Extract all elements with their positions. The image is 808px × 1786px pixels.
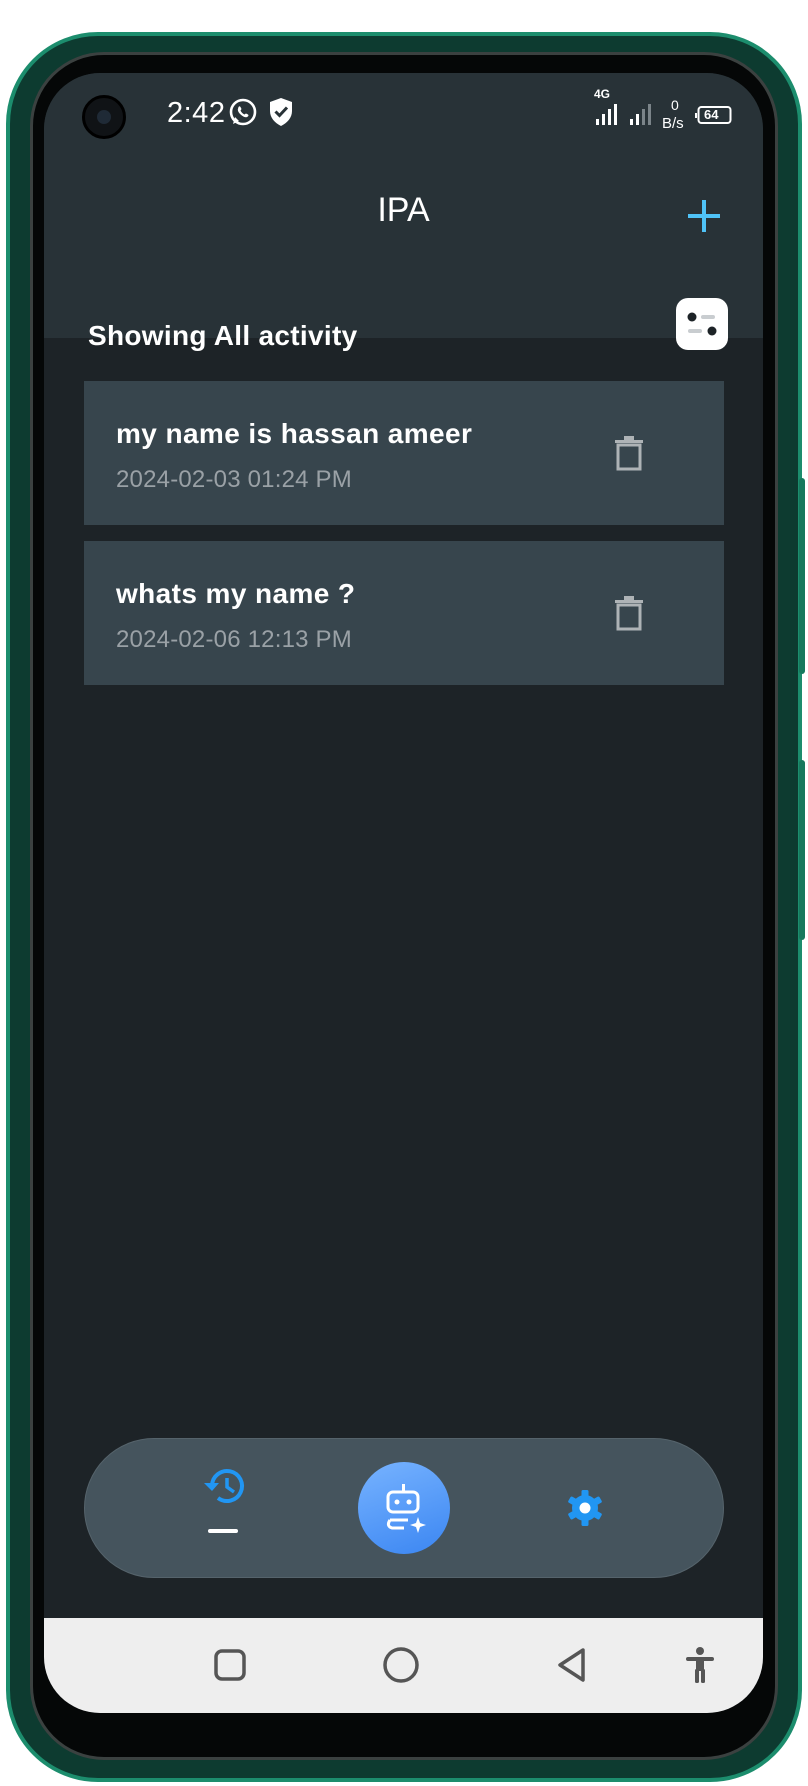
filter-toggle-icon <box>687 312 717 336</box>
page-title: IPA <box>377 191 430 229</box>
add-button[interactable] <box>684 196 724 236</box>
shield-icon <box>268 97 294 132</box>
status-time: 2:42 <box>167 97 226 129</box>
whatsapp-icon <box>228 97 258 132</box>
recents-button[interactable] <box>210 1645 250 1685</box>
nav-assistant-button[interactable] <box>358 1462 450 1554</box>
list-item-date: 2024-02-06 12:13 PM <box>116 626 352 653</box>
back-icon <box>558 1648 585 1682</box>
list-item-date: 2024-02-03 01:24 PM <box>116 466 352 493</box>
nav-history-tab[interactable] <box>200 1461 250 1511</box>
active-tab-indicator <box>208 1529 238 1533</box>
home-icon <box>383 1647 419 1683</box>
filter-row: Showing All activity <box>88 298 728 368</box>
delete-button[interactable] <box>614 435 644 471</box>
list-item-title: whats my name ? <box>116 578 356 609</box>
history-icon <box>204 1469 244 1503</box>
battery-level: 64 <box>704 107 719 122</box>
nav-settings-tab[interactable] <box>563 1486 607 1530</box>
recents-icon <box>214 1649 246 1681</box>
list-item-title: my name is hassan ameer <box>116 418 473 449</box>
bot-sparkle-icon <box>386 1484 426 1533</box>
status-bar: 2:42 4G 0 B/s 64 <box>44 73 763 163</box>
delete-icon <box>615 596 643 631</box>
back-button[interactable] <box>552 1645 592 1685</box>
system-navigation-bar <box>44 1618 763 1713</box>
plus-icon <box>688 200 720 232</box>
accessibility-icon <box>686 1647 714 1683</box>
list-item[interactable]: my name is hassan ameer 2024-02-03 01:24… <box>84 381 724 525</box>
accessibility-button[interactable] <box>680 1645 720 1685</box>
front-camera <box>82 95 126 139</box>
bottom-navigation <box>84 1438 724 1578</box>
list-item[interactable]: whats my name ? 2024-02-06 12:13 PM <box>84 541 724 685</box>
signal-icon <box>594 101 664 132</box>
data-rate-value: 0 <box>671 97 679 113</box>
filter-label: Showing All activity <box>88 320 358 351</box>
app-screen: 2:42 4G 0 B/s 64 IPA Showing All activit… <box>44 73 763 1713</box>
side-button-upper <box>799 478 805 674</box>
gear-icon <box>568 1490 602 1526</box>
delete-button[interactable] <box>614 595 644 631</box>
side-button-lower <box>799 760 805 940</box>
home-button[interactable] <box>381 1645 421 1685</box>
data-rate-unit: B/s <box>662 115 684 132</box>
delete-icon <box>615 436 643 471</box>
filter-toggle-button[interactable] <box>676 298 728 350</box>
network-label: 4G <box>594 87 611 101</box>
